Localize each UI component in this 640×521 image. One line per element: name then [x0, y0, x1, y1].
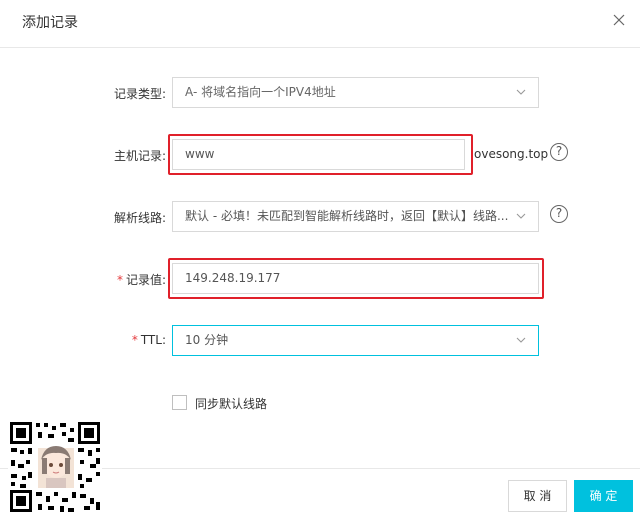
record-type-value: A- 将域名指向一个IPV4地址	[185, 85, 336, 99]
host-help-icon[interactable]: ?	[550, 143, 568, 161]
ttl-label: * TTL:	[56, 333, 166, 347]
domain-suffix: ovesong.top	[474, 147, 549, 161]
chevron-down-icon	[516, 337, 526, 343]
record-type-label: 记录类型:	[113, 87, 166, 101]
required-mark: *	[131, 333, 138, 347]
ttl-select[interactable]: 10 分钟	[172, 325, 539, 356]
line-value: 默认 - 必填！未匹配到智能解析线路时，返回【默认】线路...	[185, 209, 509, 223]
host-record-input[interactable]: www	[172, 139, 465, 170]
chevron-down-icon	[516, 89, 526, 95]
host-record-value: www	[185, 147, 215, 161]
ttl-label-text: TTL:	[140, 333, 166, 347]
line-select[interactable]: 默认 - 必填！未匹配到智能解析线路时，返回【默认】线路...	[172, 201, 539, 232]
ttl-value: 10 分钟	[185, 333, 229, 347]
line-help-icon[interactable]: ?	[550, 205, 568, 223]
confirm-button[interactable]: 确 定	[574, 480, 633, 512]
dialog-title: 添加记录	[22, 15, 78, 31]
sync-default-line-label: 同步默认线路	[195, 397, 268, 411]
record-value-label: * 记录值:	[56, 271, 166, 288]
record-value-input[interactable]: 149.248.19.177	[172, 263, 539, 294]
record-value-value: 149.248.19.177	[185, 271, 281, 285]
host-record-label: 主机记录:	[113, 149, 166, 163]
cancel-button[interactable]: 取 消	[508, 480, 567, 512]
record-type-select[interactable]: A- 将域名指向一个IPV4地址	[172, 77, 539, 108]
dialog-header: 添加记录	[0, 0, 640, 48]
chevron-down-icon	[516, 213, 526, 219]
sync-default-line-checkbox[interactable]	[172, 395, 187, 410]
line-label: 解析线路:	[113, 211, 166, 225]
qr-code-image	[8, 420, 102, 514]
close-icon[interactable]	[612, 13, 626, 27]
required-mark: *	[116, 273, 123, 287]
record-value-label-text: 记录值:	[125, 273, 166, 287]
add-record-dialog: 添加记录 记录类型: A- 将域名指向一个IPV4地址 主机记录: www ov…	[0, 0, 640, 521]
